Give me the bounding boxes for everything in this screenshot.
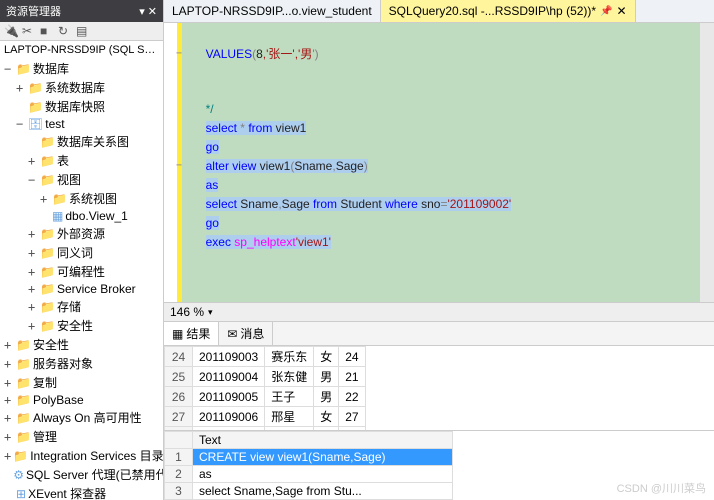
tree-node[interactable]: +📁同义词 [0,243,163,262]
results-grid-1[interactable]: 24201109003赛乐东女2425201109004张东健男21262011… [164,345,714,430]
tree-node[interactable]: +📁Always On 高可用性 [0,408,163,427]
document-tab[interactable]: LAPTOP-NRSSD9IP...o.view_student [164,0,381,22]
table-row[interactable]: 26201109005王子男22 [165,387,366,407]
zoom-dropdown-icon[interactable]: ▾ [208,307,213,318]
tree-node[interactable]: +📁可编程性 [0,262,163,281]
tree[interactable]: −📁数据库+📁系统数据库 📁数据库快照−🗄test 📁数据库关系图+📁表−📁视图… [0,59,163,500]
grid-icon: ▦ [172,327,183,341]
sidebar-title: 资源管理器 [6,3,61,19]
table-row[interactable]: 25201109004张东健男21 [165,367,366,387]
sidebar-header-buttons[interactable]: ▾ ✕ [139,5,157,18]
main-area: LAPTOP-NRSSD9IP...o.view_studentSQLQuery… [164,0,714,500]
filter-icon[interactable]: ▤ [76,24,90,38]
tree-node[interactable]: −📁视图 [0,170,163,189]
table-row[interactable]: 27201109006邢星女27 [165,407,366,427]
table-row[interactable]: 1CREATE view view1(Sname,Sage) [165,449,453,466]
tree-node[interactable]: +📁安全性 [0,316,163,335]
tree-node[interactable]: +📁表 [0,151,163,170]
tree-node[interactable]: ⚙SQL Server 代理(已禁用代理 XP) [0,465,163,484]
stop-icon[interactable]: ■ [40,24,54,38]
zoom-value[interactable]: 146 % [170,305,204,319]
tree-node[interactable]: +📁服务器对象 [0,354,163,373]
server-node[interactable]: LAPTOP-NRSSD9IP (SQL Server 15.0... [0,41,163,59]
tree-node[interactable]: +📁管理 [0,427,163,446]
tree-node[interactable]: 📁数据库关系图 [0,132,163,151]
messages-tab[interactable]: ✉消息 [219,322,273,345]
sidebar-toolbar[interactable]: 🔌 ✂ ■ ↻ ▤ [0,22,163,41]
sql-editor[interactable]: − VALUES(8,'张一','男') */ select * from vi… [164,23,714,302]
tree-node[interactable]: 📁数据库快照 [0,97,163,116]
results-tab[interactable]: ▦结果 [164,322,219,345]
tree-node[interactable]: ⊞XEvent 探查器 [0,484,163,500]
code-area[interactable]: − VALUES(8,'张一','男') */ select * from vi… [182,23,714,302]
tree-node[interactable]: +📁安全性 [0,335,163,354]
table-row[interactable]: 2as [165,466,453,483]
document-tab[interactable]: SQLQuery20.sql -...RSSD9IP\hp (52))*📌✕ [381,0,636,22]
table-row[interactable]: 24201109003赛乐东女24 [165,347,366,367]
tree-node[interactable]: +📁系统视图 [0,189,163,208]
disconnect-icon[interactable]: ✂ [22,24,36,38]
table-row[interactable]: 3 select Sname,Sage from Stu... [165,483,453,500]
document-tabs[interactable]: LAPTOP-NRSSD9IP...o.view_studentSQLQuery… [164,0,714,23]
results-tabs[interactable]: ▦结果 ✉消息 [164,321,714,345]
object-explorer: 资源管理器 ▾ ✕ 🔌 ✂ ■ ↻ ▤ LAPTOP-NRSSD9IP (SQL… [0,0,164,500]
watermark: CSDN @川川菜鸟 [617,480,706,496]
refresh-icon[interactable]: ↻ [58,24,72,38]
pin-icon[interactable]: 📌 [600,6,612,17]
connect-icon[interactable]: 🔌 [4,24,18,38]
scrollbar[interactable] [700,23,714,302]
tree-node[interactable]: +📁PolyBase [0,392,163,408]
t: VALUES [206,47,252,61]
sidebar-header: 资源管理器 ▾ ✕ [0,0,163,22]
tree-node[interactable]: +📁系统数据库 [0,78,163,97]
tree-node[interactable]: −🗄test [0,116,163,132]
tree-node[interactable]: +📁存储 [0,297,163,316]
zoom-bar[interactable]: 146 % ▾ [164,302,714,321]
tree-node[interactable]: +📁外部资源 [0,224,163,243]
msg-icon: ✉ [227,327,237,341]
tree-node[interactable]: +📁Service Broker [0,281,163,297]
tree-node[interactable]: +📁Integration Services 目录 [0,446,163,465]
tree-node[interactable]: ▦dbo.View_1 [0,208,163,224]
close-tab-icon[interactable]: ✕ [617,4,627,18]
tree-node[interactable]: +📁复制 [0,373,163,392]
tree-node[interactable]: −📁数据库 [0,59,163,78]
